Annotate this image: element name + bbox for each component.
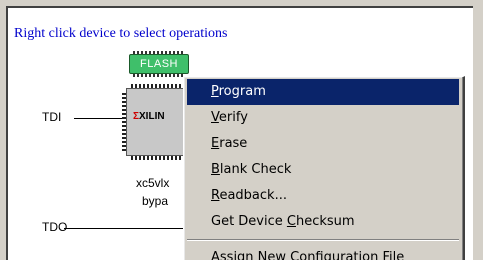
menu-item-assign-new-configuration-file[interactable]: Assign New Configuration File — [187, 245, 459, 260]
device-chain-canvas[interactable]: Right click device to select operations … — [6, 6, 473, 260]
instruction-text: Right click device to select operations — [14, 26, 228, 41]
menu-item-get-device-checksum[interactable]: Get Device Checksum — [187, 209, 459, 235]
tdo-wire — [64, 228, 184, 229]
tdi-label: TDI — [42, 110, 62, 124]
chip-pins — [131, 156, 191, 160]
flash-chip-label: FLASH — [140, 58, 178, 70]
window-frame: Right click device to select operations … — [0, 0, 483, 260]
xilinx-logo-text: XILIN — [139, 111, 165, 122]
device-name: xc5vlx — [136, 176, 170, 190]
menu-item-erase[interactable]: Erase — [187, 131, 459, 157]
menu-separator — [187, 239, 459, 241]
flash-chip[interactable]: FLASH — [129, 51, 189, 77]
device-mode: bypa — [142, 194, 169, 208]
menu-item-readback[interactable]: Readback... — [187, 183, 459, 209]
context-menu: Program Verify Erase Blank Check Readback...… — [183, 76, 465, 260]
tdo-label: TDO — [42, 220, 68, 234]
chip-pins — [131, 84, 191, 88]
menu-item-program[interactable]: Program — [187, 79, 459, 105]
menu-item-verify[interactable]: Verify — [187, 105, 459, 131]
tdi-wire — [74, 118, 122, 119]
chip-pins — [122, 93, 126, 151]
menu-item-blank-check[interactable]: Blank Check — [187, 157, 459, 183]
xilinx-logo: ΣXILIN — [133, 111, 165, 122]
